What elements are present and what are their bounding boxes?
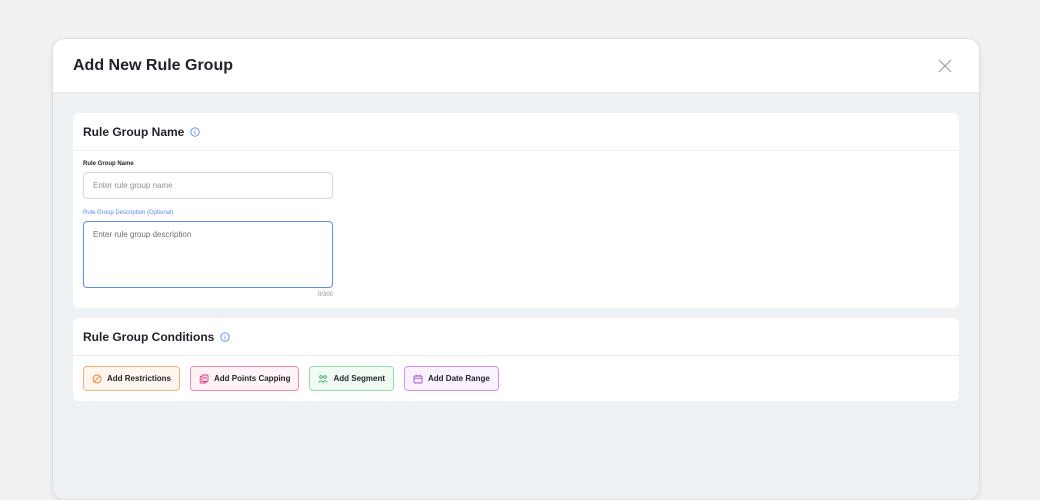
button-label: Add Restrictions [107,374,172,383]
condition-buttons: Add Restrictions Add Points Capping Add … [73,356,959,401]
rule-group-name-header: Rule Group Name [73,113,959,151]
add-segment-button[interactable]: Add Segment [309,366,395,391]
button-label: Add Segment [333,374,386,383]
modal-title: Add New Rule Group [73,56,233,74]
segment-icon [318,374,328,384]
info-icon[interactable] [190,126,201,137]
description-field-label: Rule Group Description (Optional) [83,210,174,216]
section-title: Rule Group Name [83,124,185,139]
char-counter: 0/300 [317,292,333,298]
button-label: Add Points Capping [214,374,291,383]
rule-group-name-input[interactable] [83,172,333,199]
rule-group-name-card: Rule Group Name Rule Group Name Rule Gro… [73,113,959,308]
rule-group-name-content: Rule Group Name Rule Group Description (… [73,151,959,308]
add-points-capping-button[interactable]: Add Points Capping [190,366,300,391]
close-button[interactable] [933,54,957,78]
close-icon [938,59,952,72]
rule-group-conditions-card: Rule Group Conditions Add Restrictions A… [73,318,959,401]
points-capping-icon [199,374,209,384]
name-field-label: Rule Group Name [83,161,134,167]
rule-group-conditions-header: Rule Group Conditions [73,318,959,356]
rule-group-description-input[interactable] [83,221,333,288]
restriction-icon [92,374,102,384]
button-label: Add Date Range [428,374,490,383]
modal-header: Add New Rule Group [53,39,979,93]
section-title: Rule Group Conditions [83,329,215,344]
info-icon[interactable] [220,331,230,342]
modal-body: Rule Group Name Rule Group Name Rule Gro… [53,93,979,499]
add-restrictions-button[interactable]: Add Restrictions [83,366,181,391]
add-date-range-button[interactable]: Add Date Range [404,366,499,391]
calendar-icon [413,374,423,384]
add-rule-group-modal: Add New Rule Group Rule Group Name Rule … [52,38,980,500]
